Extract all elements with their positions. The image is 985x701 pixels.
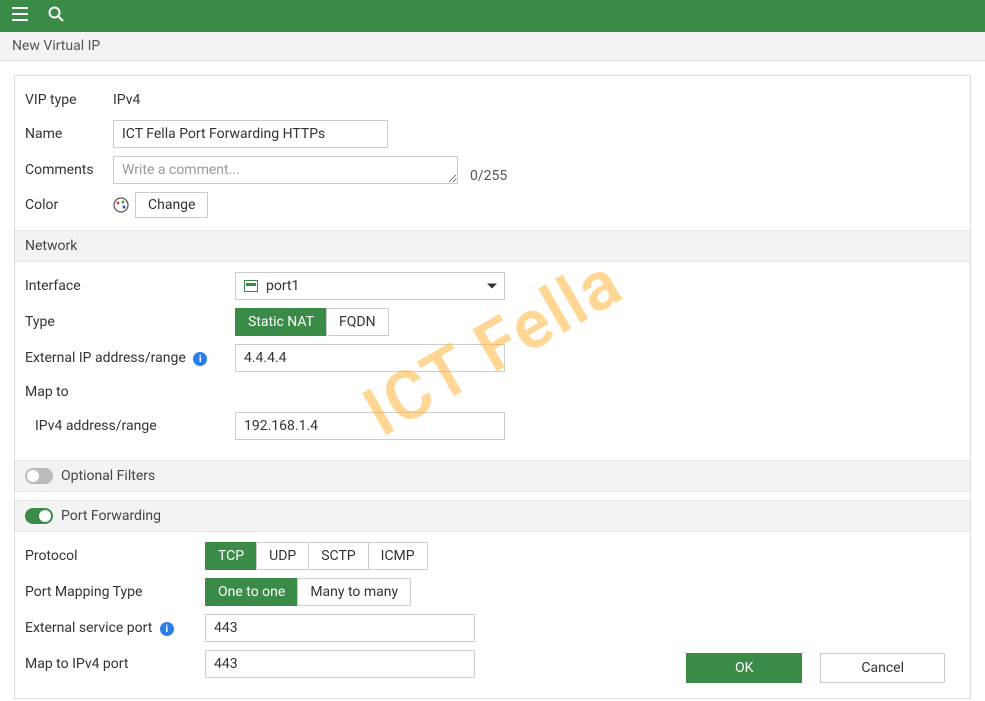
row-external-port: External service port i: [15, 610, 970, 646]
comments-counter: 0/255: [470, 168, 507, 184]
external-ip-label: External IP address/range i: [25, 346, 235, 371]
map-port-input[interactable]: [205, 650, 475, 678]
interface-label: Interface: [25, 274, 235, 298]
port-forwarding-toggle[interactable]: [25, 508, 53, 524]
footer-buttons: OK Cancel: [686, 653, 945, 683]
protocol-label: Protocol: [25, 544, 205, 568]
vip-type-value: IPv4: [113, 88, 140, 112]
menu-icon[interactable]: [12, 7, 28, 25]
form-container: VIP type IPv4 Name Comments 0/255 Color …: [14, 75, 971, 699]
color-palette-icon: [113, 197, 129, 213]
chevron-down-icon: [487, 284, 497, 289]
row-external-ip: External IP address/range i: [15, 340, 970, 376]
port-icon: [244, 280, 258, 292]
mapping-one-to-one[interactable]: One to one: [205, 578, 298, 606]
ok-button[interactable]: OK: [686, 653, 802, 683]
port-forwarding-header-text: Port Forwarding: [61, 508, 161, 524]
row-map-to: Map to: [15, 376, 970, 408]
cancel-button[interactable]: Cancel: [820, 653, 945, 683]
protocol-icmp[interactable]: ICMP: [368, 542, 428, 570]
section-port-forwarding: Port Forwarding: [15, 500, 970, 532]
protocol-tcp[interactable]: TCP: [205, 542, 257, 570]
section-optional-filters: Optional Filters: [15, 460, 970, 492]
vip-type-label: VIP type: [25, 88, 113, 112]
row-name: Name: [15, 116, 970, 152]
color-label: Color: [25, 193, 113, 217]
name-label: Name: [25, 122, 113, 146]
interface-select[interactable]: port1: [235, 272, 505, 300]
external-port-label: External service port i: [25, 616, 205, 641]
protocol-segmented: TCP UDP SCTP ICMP: [205, 542, 428, 570]
mapping-many-to-many[interactable]: Many to many: [297, 578, 411, 606]
ipv4-range-label: IPv4 address/range: [35, 418, 235, 434]
breadcrumb: New Virtual IP: [0, 32, 985, 61]
external-ip-input[interactable]: [235, 344, 505, 372]
interface-value: port1: [266, 278, 299, 294]
row-color: Color Change: [15, 188, 970, 222]
map-to-label: Map to: [25, 380, 235, 404]
optional-filters-header-text: Optional Filters: [61, 468, 155, 484]
network-header-text: Network: [25, 238, 77, 254]
name-input[interactable]: [113, 120, 388, 148]
port-mapping-label: Port Mapping Type: [25, 580, 205, 604]
info-icon[interactable]: i: [193, 352, 207, 366]
row-ipv4-range: IPv4 address/range: [15, 408, 970, 444]
row-comments: Comments 0/255: [15, 152, 970, 188]
optional-filters-toggle[interactable]: [25, 468, 53, 484]
comments-input[interactable]: [113, 156, 458, 184]
external-port-input[interactable]: [205, 614, 475, 642]
info-icon[interactable]: i: [160, 622, 174, 636]
row-type: Type Static NAT FQDN: [15, 304, 970, 340]
comments-label: Comments: [25, 158, 113, 182]
ipv4-range-input[interactable]: [235, 412, 505, 440]
type-static-nat[interactable]: Static NAT: [235, 308, 327, 336]
row-vip-type: VIP type IPv4: [15, 84, 970, 116]
row-protocol: Protocol TCP UDP SCTP ICMP: [15, 538, 970, 574]
search-icon[interactable]: [48, 6, 64, 26]
row-port-mapping: Port Mapping Type One to one Many to man…: [15, 574, 970, 610]
protocol-sctp[interactable]: SCTP: [308, 542, 368, 570]
type-label: Type: [25, 310, 235, 334]
section-network: Network: [15, 230, 970, 262]
type-segmented: Static NAT FQDN: [235, 308, 389, 336]
type-fqdn[interactable]: FQDN: [326, 308, 389, 336]
port-mapping-segmented: One to one Many to many: [205, 578, 411, 606]
top-bar: [0, 0, 985, 32]
map-port-label: Map to IPv4 port: [25, 652, 205, 676]
change-color-button[interactable]: Change: [135, 192, 208, 218]
row-interface: Interface port1: [15, 268, 970, 304]
protocol-udp[interactable]: UDP: [256, 542, 309, 570]
